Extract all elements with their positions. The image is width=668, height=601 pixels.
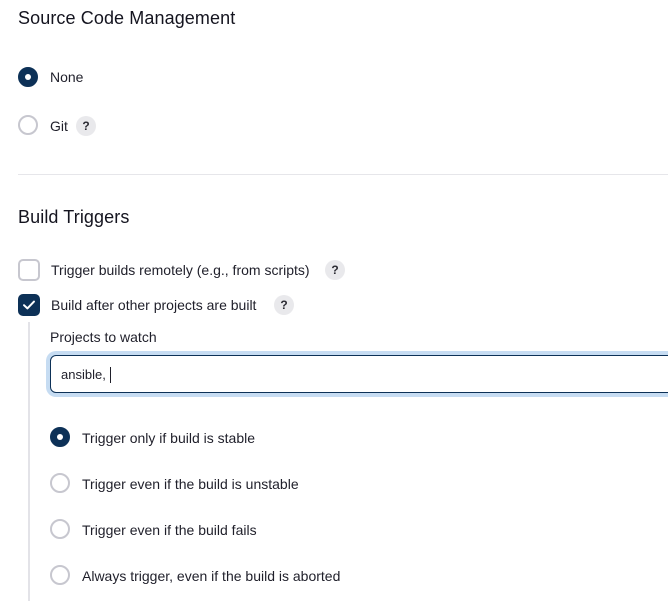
projects-to-watch-input[interactable] xyxy=(51,356,668,392)
scm-radio-none[interactable]: None xyxy=(18,67,98,89)
scm-radio-git-label: Git xyxy=(50,118,68,134)
trigger-option-fails-label: Trigger even if the build fails xyxy=(82,522,257,538)
radio-unselected-indicator[interactable] xyxy=(50,473,70,493)
trigger-option-fails[interactable]: Trigger even if the build fails xyxy=(50,519,310,541)
radio-unselected-indicator[interactable] xyxy=(50,519,70,539)
trigger-option-aborted[interactable]: Always trigger, even if the build is abo… xyxy=(50,565,370,587)
trigger-option-stable[interactable]: Trigger only if build is stable xyxy=(50,427,310,449)
radio-selected-indicator[interactable] xyxy=(18,67,38,87)
radio-selected-indicator[interactable] xyxy=(50,427,70,447)
build-after-other-label: Build after other projects are built xyxy=(51,297,257,313)
scm-radio-none-label: None xyxy=(50,69,84,85)
projects-to-watch-label: Projects to watch xyxy=(50,329,157,345)
help-icon[interactable]: ? xyxy=(76,116,96,136)
section-divider xyxy=(18,174,668,175)
check-icon xyxy=(23,300,35,310)
nested-options-guide-line xyxy=(28,322,30,601)
help-icon[interactable]: ? xyxy=(325,260,345,280)
trigger-option-unstable[interactable]: Trigger even if the build is unstable xyxy=(50,473,340,495)
help-icon[interactable]: ? xyxy=(274,295,294,315)
build-after-other-checkbox[interactable] xyxy=(18,294,40,316)
trigger-option-stable-label: Trigger only if build is stable xyxy=(82,430,256,446)
build-triggers-section-title: Build Triggers xyxy=(18,207,130,227)
radio-unselected-indicator[interactable] xyxy=(18,115,38,135)
trigger-option-aborted-label: Always trigger, even if the build is abo… xyxy=(82,568,341,584)
trigger-option-unstable-label: Trigger even if the build is unstable xyxy=(82,476,299,492)
trigger-remotely-checkbox[interactable] xyxy=(18,259,40,281)
text-cursor xyxy=(110,367,111,383)
scm-section-title: Source Code Management xyxy=(18,8,236,28)
trigger-remotely-label: Trigger builds remotely (e.g., from scri… xyxy=(51,262,310,278)
radio-unselected-indicator[interactable] xyxy=(50,565,70,585)
projects-to-watch-input-wrapper[interactable] xyxy=(50,355,668,393)
